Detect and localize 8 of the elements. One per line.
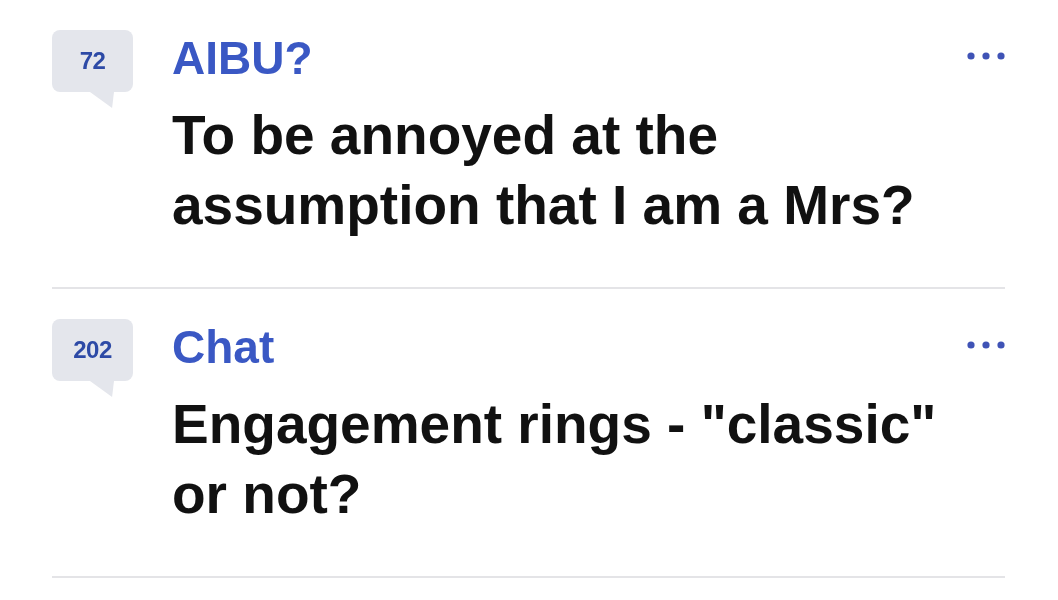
thread-row[interactable]: 202 Chat Engagement rings - "classic" or not? bbox=[52, 289, 1005, 578]
more-options-icon[interactable] bbox=[967, 341, 1005, 349]
category-link[interactable]: AIBU? bbox=[172, 30, 313, 86]
thread-row[interactable]: 72 AIBU? To be annoyed at the assumption that I am a Mrs? bbox=[52, 0, 1005, 289]
category-link[interactable]: Chat bbox=[172, 319, 275, 375]
thread-title[interactable]: Engagement rings - "classic" or not? bbox=[172, 389, 1005, 529]
thread-title[interactable]: To be annoyed at the assumption that I am a Mrs? bbox=[172, 100, 1005, 240]
more-options-icon[interactable] bbox=[967, 52, 1005, 60]
